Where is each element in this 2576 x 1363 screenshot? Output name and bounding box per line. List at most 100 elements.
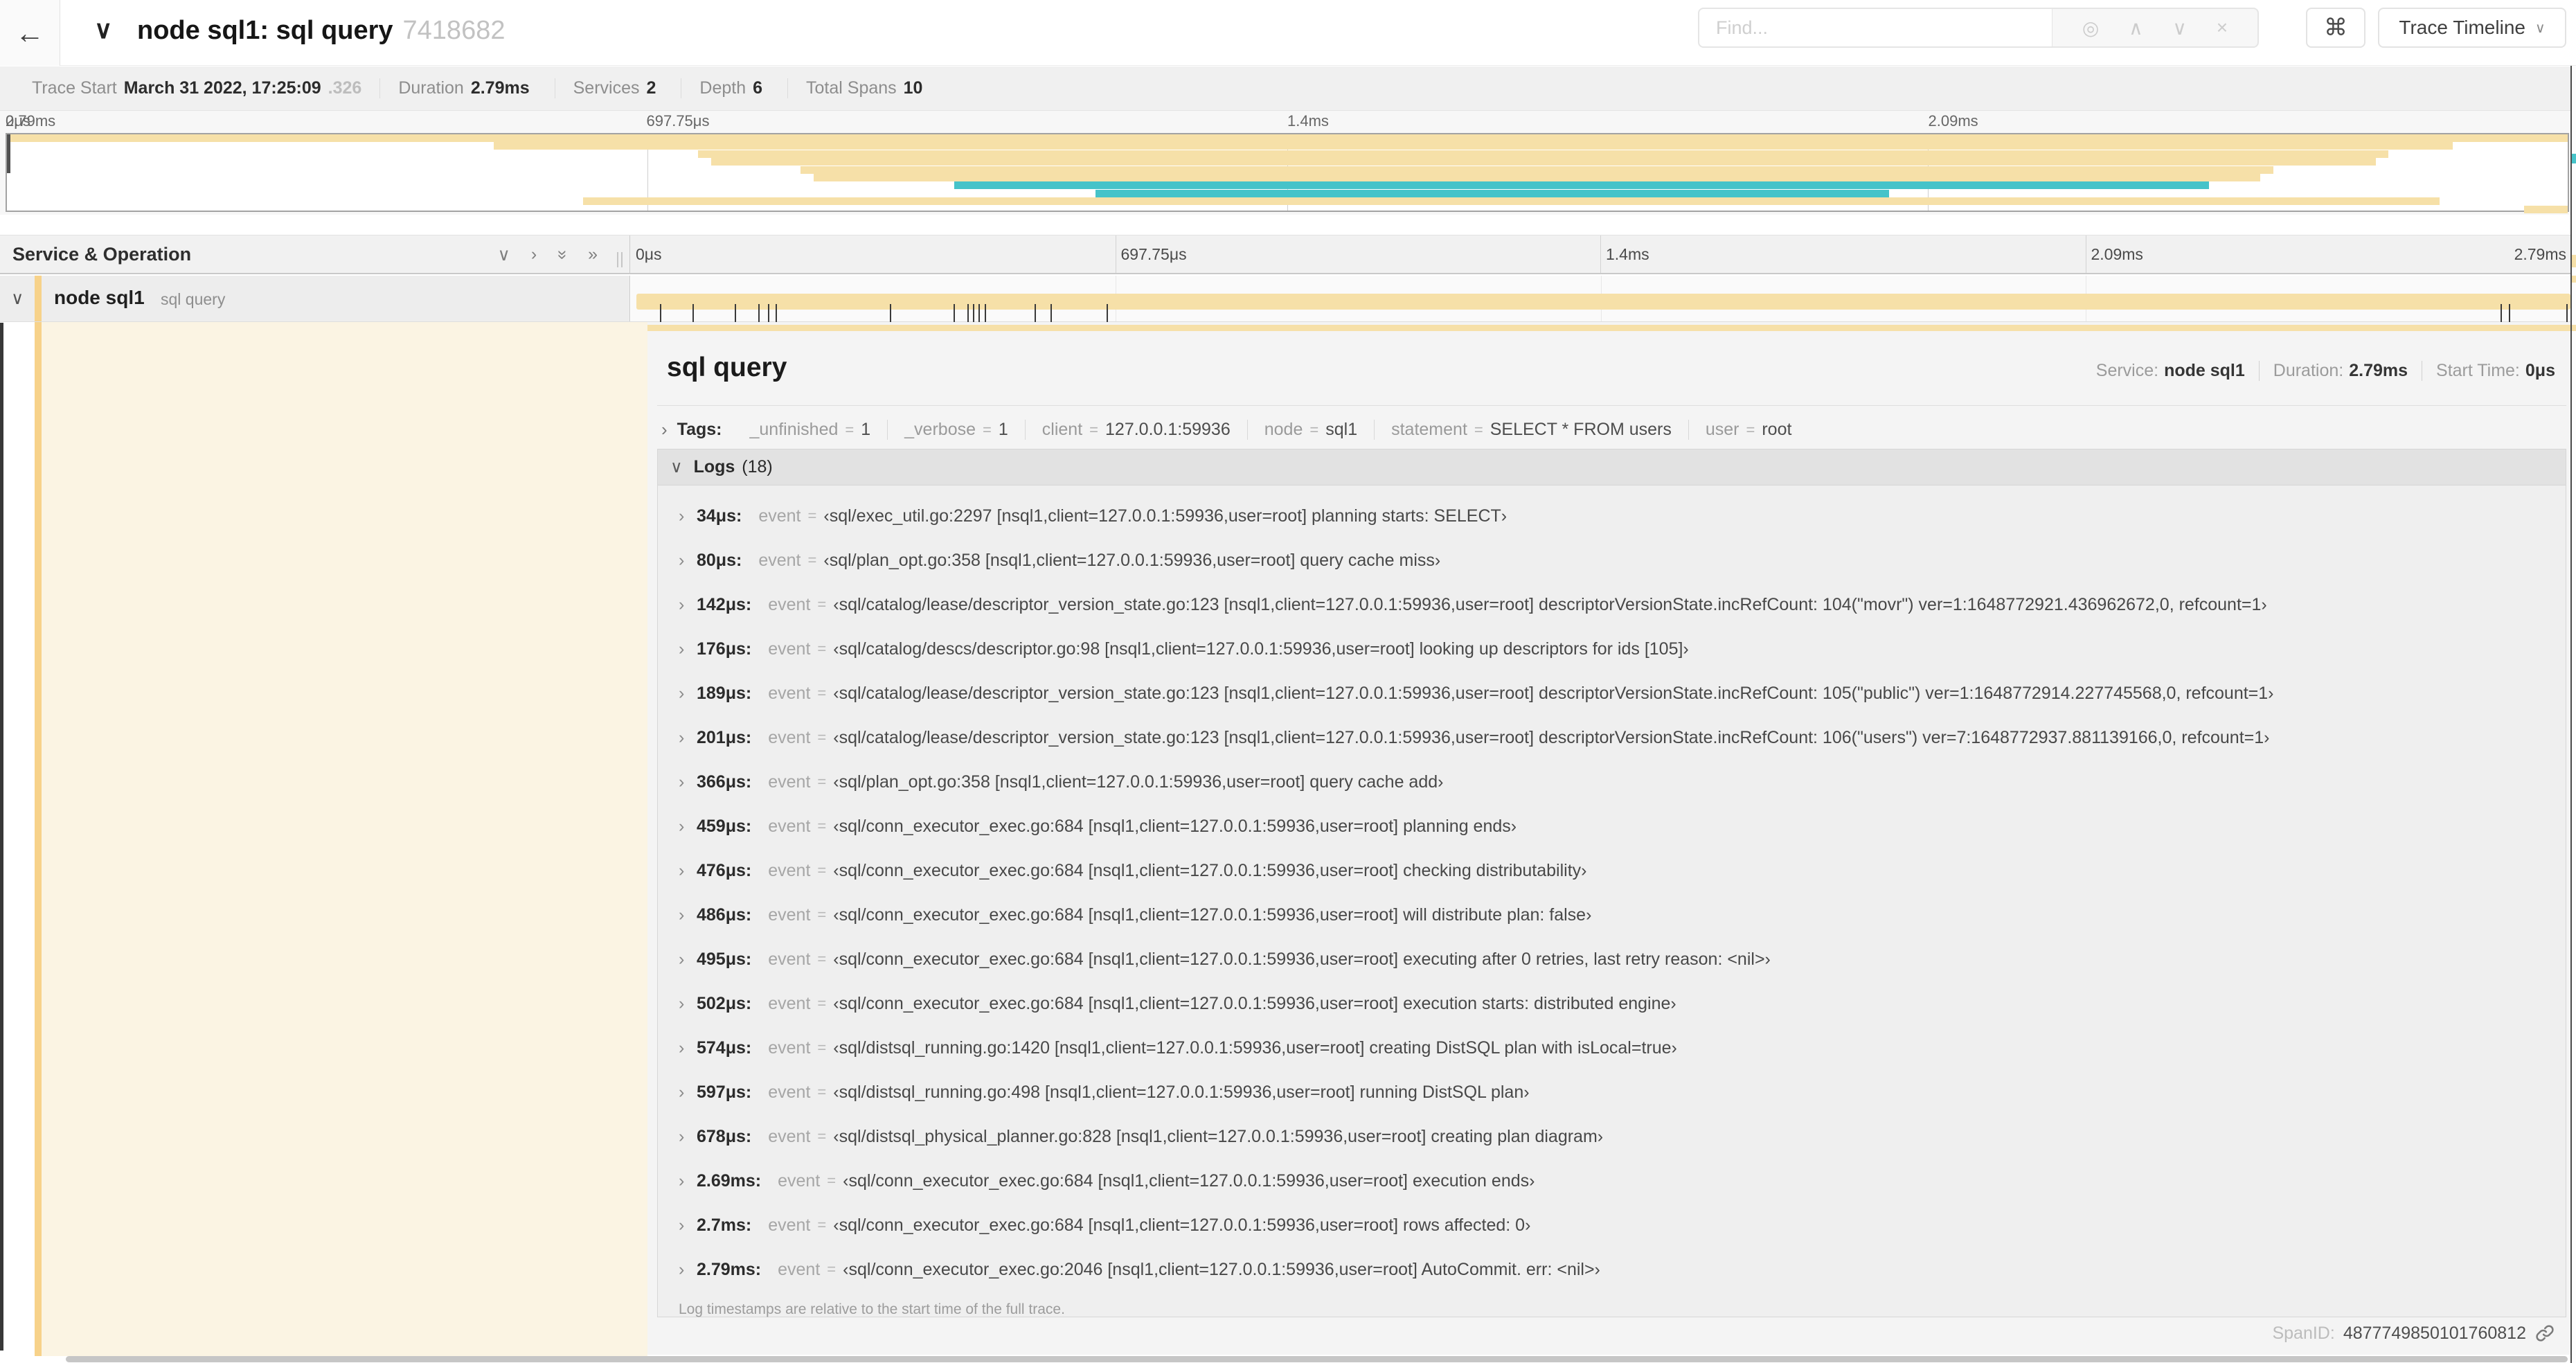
tags-row[interactable]: › Tags: _unfinished = 1 _verbose = 1 cli… [656,419,1808,440]
log-event-value: ‹sql/conn_executor_exec.go:684 [nsql1,cl… [833,993,1676,1013]
chevron-right-icon: › [679,1126,685,1146]
tag-key: node [1264,420,1303,439]
log-row[interactable]: › 176μs: event = ‹sql/catalog/descs/desc… [658,627,2566,671]
left-scrollbar[interactable] [0,323,3,1351]
minimap-span-bar [800,166,2273,174]
collapse-one-icon[interactable]: ∨ [498,244,510,265]
detail-summary-fields: Service: node sql1 Duration: 2.79ms Start … [2082,361,2555,381]
back-button[interactable]: ← [0,0,60,66]
log-row[interactable]: › 678μs: event = ‹sql/distsql_physical_p… [658,1114,2566,1159]
log-row[interactable]: › 495μs: event = ‹sql/conn_executor_exec… [658,937,2566,981]
top-bar: ← ∨ node sql1: sql query7418682 ◎ ∧ ∨ × … [0,0,2576,66]
equals-sign: = [817,995,827,1012]
collapse-trace-header-icon[interactable]: ∨ [94,15,112,44]
chevron-right-icon: › [679,1215,685,1235]
expand-one-icon[interactable]: › [531,244,537,265]
trace-meta-bar: Trace Start March 31 2022, 17:25:09 .326 D… [0,66,2576,111]
meta-label: Total Spans [806,78,897,98]
deep-link-icon[interactable] [2534,1323,2555,1344]
chevron-right-icon: › [679,639,685,659]
span-id-value: 4877749850101760812 [2343,1323,2526,1343]
ruler-tick-label: 1.4ms [1606,245,1649,263]
equals-sign: = [817,596,827,613]
collapse-children-icon[interactable]: ∨ [11,288,24,309]
meta-value: 6 [753,78,763,98]
log-field-key: event [768,772,811,792]
chevron-right-icon: › [679,949,685,969]
minimap-span-bar [2524,206,2568,213]
minimap-scrub-handle[interactable] [7,134,10,173]
detail-field: Start Time: 0μs [2422,361,2555,381]
meta-label: Trace Start [32,78,117,98]
log-row[interactable]: › 459μs: event = ‹sql/conn_executor_exec… [658,804,2566,848]
collapse-all-icon[interactable]: » [552,250,573,260]
tag-key: _verbose [904,420,976,439]
log-row[interactable]: › 2.79ms: event = ‹sql/conn_executor_exe… [658,1247,2566,1292]
log-row[interactable]: › 366μs: event = ‹sql/plan_opt.go:358 [n… [658,760,2566,804]
log-timestamp: 176μs: [697,639,752,659]
command-icon: ⌘ [2324,15,2347,41]
meta-value: 2.79ms [470,78,530,98]
log-row[interactable]: › 476μs: event = ‹sql/conn_executor_exec… [658,848,2566,893]
equals-sign: = [817,1128,827,1145]
span-service-name: node sql1 [54,287,145,308]
column-resizer-handle[interactable] [617,252,623,267]
divider [657,405,2566,406]
minimap-tick-label: 1.4ms [1287,112,1329,130]
log-row[interactable]: › 574μs: event = ‹sql/distsql_running.go… [658,1026,2566,1070]
find-input[interactable] [1698,8,2052,48]
tag-value: root [1762,420,1792,439]
prev-match-icon[interactable]: ∧ [2129,17,2143,39]
minimap-canvas[interactable] [6,133,2569,213]
equals-sign: = [807,551,817,569]
log-timestamp: 495μs: [697,949,752,969]
log-row[interactable]: › 201μs: event = ‹sql/catalog/lease/desc… [658,715,2566,760]
log-timestamp: 80μs: [697,550,742,570]
span-duration-bar[interactable] [636,294,2570,330]
horizontal-scrollbar[interactable] [66,1356,2568,1362]
log-timestamp: 2.69ms: [697,1170,762,1191]
chevron-right-icon: › [679,1037,685,1058]
chevron-right-icon: › [679,993,685,1013]
log-field-key: event [768,905,811,925]
view-selector-button[interactable]: Trace Timeline ∨ [2378,8,2566,48]
clear-find-icon[interactable]: × [2217,17,2228,39]
next-match-icon[interactable]: ∨ [2172,17,2187,39]
log-row[interactable]: › 80μs: event = ‹sql/plan_opt.go:358 [ns… [658,538,2566,582]
log-row[interactable]: › 189μs: event = ‹sql/catalog/lease/desc… [658,671,2566,715]
log-timestamp: 678μs: [697,1126,752,1146]
logs-header[interactable]: ∨ Logs (18) [658,449,2566,485]
equals-sign: = [817,773,827,790]
service-color-stripe [35,322,42,1356]
log-row[interactable]: › 34μs: event = ‹sql/exec_util.go:2297 [… [658,494,2566,538]
log-row[interactable]: › 502μs: event = ‹sql/conn_executor_exec… [658,981,2566,1026]
span-name-cell[interactable]: ∨ node sql1 sql query [0,276,630,321]
meta-label: Depth [699,78,746,98]
chevron-right-icon: › [679,816,685,836]
span-timeline-cell[interactable] [631,276,2570,330]
edge-tan-mark [2572,325,2576,331]
tag-value: 1 [861,420,871,439]
log-field-key: event [778,1170,821,1191]
log-timestamp: 201μs: [697,727,752,747]
log-event-value: ‹sql/distsql_physical_planner.go:828 [ns… [833,1126,1604,1146]
log-row[interactable]: › 2.69ms: event = ‹sql/conn_executor_exe… [658,1159,2566,1203]
log-row[interactable]: › 597μs: event = ‹sql/distsql_running.go… [658,1070,2566,1114]
edge-tan-mark [2572,255,2576,267]
log-event-value: ‹sql/conn_executor_exec.go:2046 [nsql1,c… [843,1259,1600,1279]
log-row[interactable]: › 142μs: event = ‹sql/catalog/lease/desc… [658,582,2566,627]
column-header-label: Service & Operation [12,244,192,265]
equals-sign: = [1089,420,1099,438]
focus-match-icon[interactable]: ◎ [2082,17,2099,39]
chevron-right-icon[interactable]: › [661,419,668,440]
log-timestamp: 2.7ms: [697,1215,752,1235]
trace-meta-item: Services 2 [554,78,681,98]
tag-item: user = root [1688,420,1809,440]
expand-all-icon[interactable]: » [588,244,598,265]
log-row[interactable]: › 2.7ms: event = ‹sql/conn_executor_exec… [658,1203,2566,1247]
chevron-right-icon: › [679,683,685,703]
keyboard-shortcuts-button[interactable]: ⌘ [2306,8,2365,48]
tag-value: SELECT * FROM users [1490,420,1672,439]
log-event-value: ‹sql/catalog/lease/descriptor_version_st… [833,683,2274,703]
log-row[interactable]: › 486μs: event = ‹sql/conn_executor_exec… [658,893,2566,937]
